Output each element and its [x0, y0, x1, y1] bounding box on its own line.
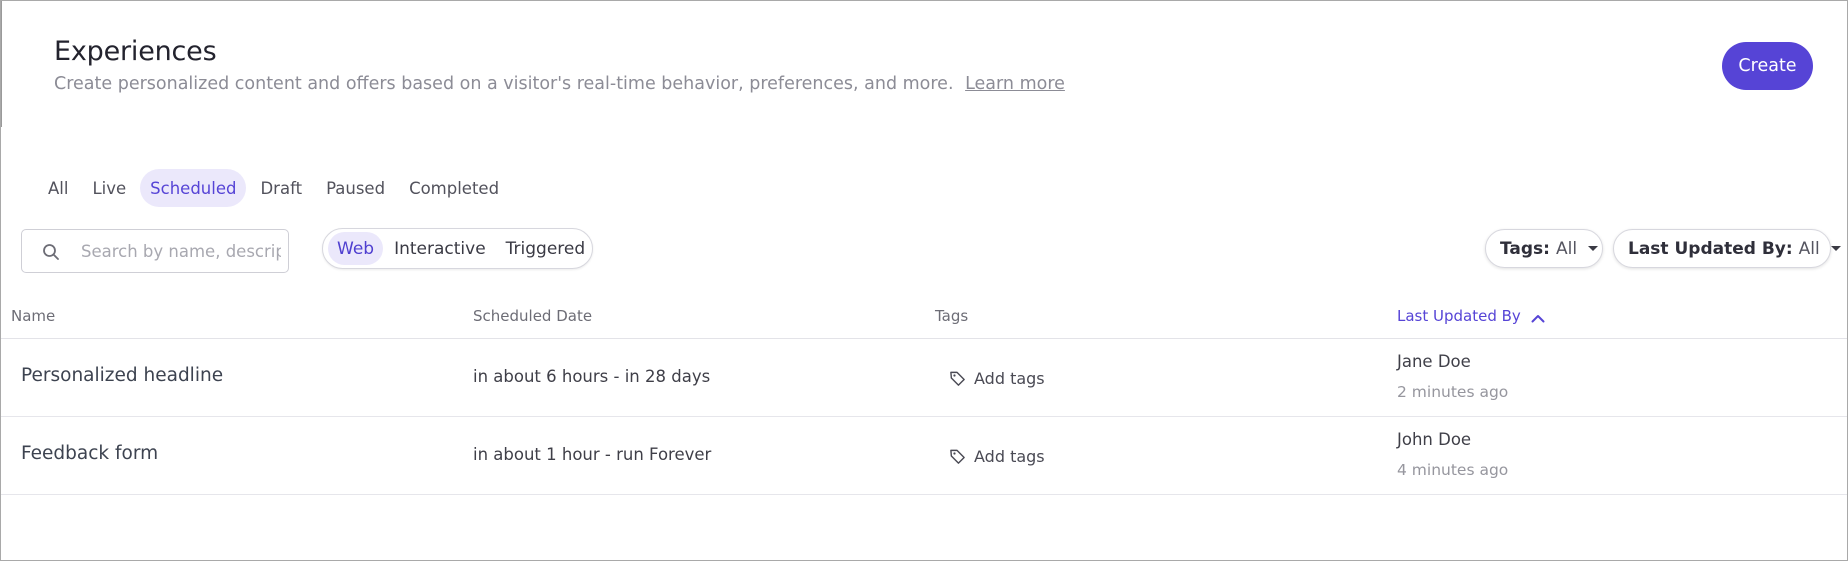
table-header: Name Scheduled Date Tags Last Updated By [1, 301, 1847, 339]
updated-timestamp: 4 minutes ago [1397, 461, 1509, 479]
tag-icon [950, 371, 965, 386]
tab-draft[interactable]: Draft [250, 169, 312, 207]
table-row[interactable]: Personalized headline in about 6 hours -… [1, 339, 1847, 417]
experience-name[interactable]: Personalized headline [21, 365, 223, 386]
channel-web[interactable]: Web [328, 232, 384, 265]
column-header-scheduled-date[interactable]: Scheduled Date [473, 307, 592, 325]
create-button[interactable]: Create [1722, 42, 1813, 90]
last-updated-by-filter-key: Last Updated By: [1628, 238, 1793, 259]
channel-interactive[interactable]: Interactive [385, 232, 495, 265]
header-divider [1, 1, 2, 127]
column-header-last-updated-by-label: Last Updated By [1397, 307, 1521, 325]
updated-by-user: John Doe [1397, 430, 1472, 449]
search-box[interactable] [21, 229, 289, 273]
caret-down-icon [1830, 246, 1841, 251]
tags-filter-value: All [1555, 238, 1578, 259]
page-subtitle: Create personalized content and offers b… [54, 74, 1065, 94]
experiences-page: Experiences Create personalized content … [0, 0, 1848, 561]
last-updated-by-filter-dropdown[interactable]: Last Updated By: All [1613, 229, 1841, 268]
scheduled-date: in about 1 hour - run Forever [473, 445, 712, 464]
add-tags-label: Add tags [974, 368, 1045, 388]
caret-down-icon [1588, 246, 1599, 251]
tab-all[interactable]: All [38, 169, 78, 207]
add-tags-label: Add tags [974, 446, 1045, 466]
tab-completed[interactable]: Completed [399, 169, 509, 207]
tab-scheduled[interactable]: Scheduled [140, 169, 247, 207]
add-tags-button[interactable]: Add tags [949, 445, 1045, 467]
last-updated-by-filter-value: All [1798, 238, 1820, 259]
tab-paused[interactable]: Paused [316, 169, 395, 207]
scheduled-date: in about 6 hours - in 28 days [473, 367, 711, 386]
tags-filter-key: Tags: [1500, 238, 1550, 259]
column-header-name[interactable]: Name [11, 307, 55, 325]
updated-by-user: Jane Doe [1397, 352, 1471, 371]
status-tabs: All Live Scheduled Draft Paused Complete… [38, 169, 509, 207]
search-icon [43, 244, 59, 260]
learn-more-link[interactable]: Learn more [965, 74, 1065, 94]
page-title: Experiences [54, 36, 217, 67]
add-tags-button[interactable]: Add tags [949, 367, 1045, 389]
tags-filter-dropdown[interactable]: Tags: All [1485, 229, 1603, 268]
search-input[interactable] [81, 230, 281, 272]
updated-timestamp: 2 minutes ago [1397, 383, 1509, 401]
chevron-up-icon [1531, 315, 1545, 323]
channel-filter: Web Interactive Triggered [322, 228, 593, 269]
tab-live[interactable]: Live [82, 169, 136, 207]
tag-icon [950, 449, 965, 464]
experience-name[interactable]: Feedback form [21, 443, 158, 464]
column-header-tags[interactable]: Tags [935, 307, 968, 325]
channel-triggered[interactable]: Triggered [497, 232, 595, 265]
subtitle-text: Create personalized content and offers b… [54, 74, 954, 94]
column-header-last-updated-by[interactable]: Last Updated By [1397, 307, 1545, 325]
table-row[interactable]: Feedback form in about 1 hour - run Fore… [1, 417, 1847, 495]
